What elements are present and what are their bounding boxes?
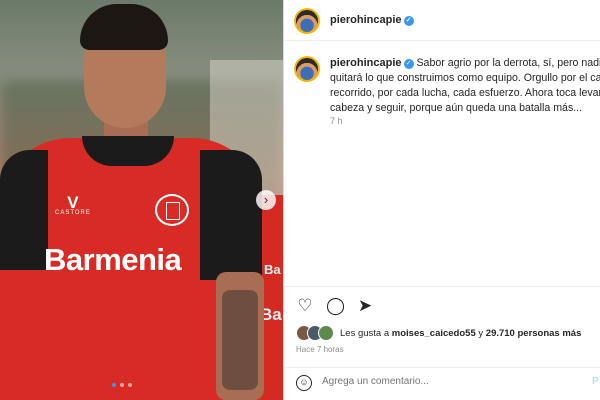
post-caption: pierohincapie ✓ Sabor agrio por la derrot… xyxy=(284,50,600,280)
likes-prefix: Les gusta a xyxy=(340,327,392,339)
header-username[interactable]: pierohincapie ✓ xyxy=(330,14,414,26)
liker-avatar xyxy=(318,325,334,341)
kit-maker-logo: V CASTORE xyxy=(55,193,91,216)
likes-text[interactable]: Les gusta a moises_caicedo55 y 29.710 pe… xyxy=(340,328,581,339)
jersey-sponsor: Barmenia xyxy=(44,242,182,277)
likes-user[interactable]: moises_caicedo55 xyxy=(392,328,476,339)
action-icons: ♡ ◯ ➤ xyxy=(296,297,374,315)
likes-count[interactable]: 29.710 personas más xyxy=(486,328,582,339)
share-icon[interactable]: ➤ xyxy=(356,297,374,315)
post-sidebar: pierohincapie ✓ pierohincapie ✓ Sabor agri… xyxy=(283,0,600,400)
avatar[interactable] xyxy=(293,7,321,35)
arm-tattoo xyxy=(222,290,258,390)
posted-ago: Hace 7 horas xyxy=(296,345,344,354)
club-crest-icon xyxy=(155,194,189,226)
comment-icon[interactable]: ◯ xyxy=(326,297,345,315)
post-comment-button[interactable]: P xyxy=(592,376,599,387)
second-player-text: Ba xyxy=(264,262,281,277)
comment-bar: ☺ P xyxy=(284,367,600,400)
jersey-right-sleeve xyxy=(200,150,262,280)
kit-maker-mark: V xyxy=(67,193,79,212)
carousel-dots xyxy=(112,383,132,387)
caption-text: pierohincapie ✓ Sabor agrio por la derrot… xyxy=(330,56,600,116)
chevron-right-icon[interactable]: › xyxy=(256,190,276,210)
caption-avatar[interactable] xyxy=(293,55,321,83)
header-username-text[interactable]: pierohincapie xyxy=(330,14,402,26)
carousel-dot xyxy=(112,383,116,387)
post-header: pierohincapie ✓ xyxy=(284,0,600,41)
jersey-left-sleeve xyxy=(0,150,48,270)
verified-badge-icon: ✓ xyxy=(403,59,414,69)
comment-input[interactable] xyxy=(322,376,552,387)
caption-username[interactable]: pierohincapie xyxy=(330,57,402,69)
verified-badge-icon: ✓ xyxy=(403,16,414,26)
player-hair xyxy=(80,4,168,50)
likes-summary[interactable]: Les gusta a moises_caicedo55 y 29.710 pe… xyxy=(296,325,581,341)
emoji-icon[interactable]: ☺ xyxy=(296,375,312,391)
kit-maker-word: CASTORE xyxy=(55,210,91,216)
like-icon[interactable]: ♡ xyxy=(296,297,314,315)
likes-middle: y xyxy=(475,327,486,339)
post-actions: ♡ ◯ ➤ Les gusta a moises_caicedo55 y 29.… xyxy=(284,286,600,399)
post-photo[interactable]: Ba Ba V CASTORE Barmenia › xyxy=(0,0,283,400)
carousel-dot xyxy=(120,383,124,387)
relative-time[interactable]: 7 h xyxy=(330,116,343,126)
carousel-dot xyxy=(128,383,132,387)
